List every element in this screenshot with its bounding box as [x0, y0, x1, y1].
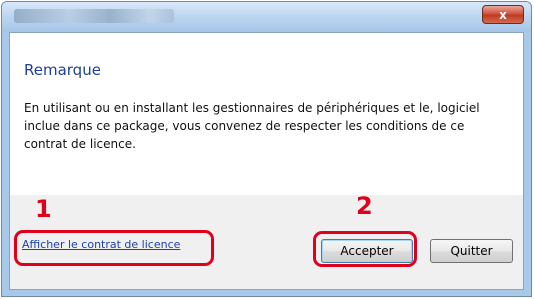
window-title-blurred: [14, 9, 174, 23]
close-icon: x: [499, 7, 507, 22]
quit-button[interactable]: Quitter: [430, 239, 513, 263]
step-number-1: 1: [35, 195, 52, 223]
callout-link-highlight: [14, 230, 214, 266]
dialog-heading: Remarque: [24, 61, 101, 79]
title-bar[interactable]: x: [2, 2, 531, 32]
close-button[interactable]: x: [482, 5, 524, 24]
callout-accept-highlight: [313, 231, 417, 267]
step-number-2: 2: [356, 192, 373, 220]
license-message: En utilisant ou en installant les gestio…: [24, 101, 480, 151]
content-panel: Remarque En utilisant ou en installant l…: [10, 33, 523, 195]
